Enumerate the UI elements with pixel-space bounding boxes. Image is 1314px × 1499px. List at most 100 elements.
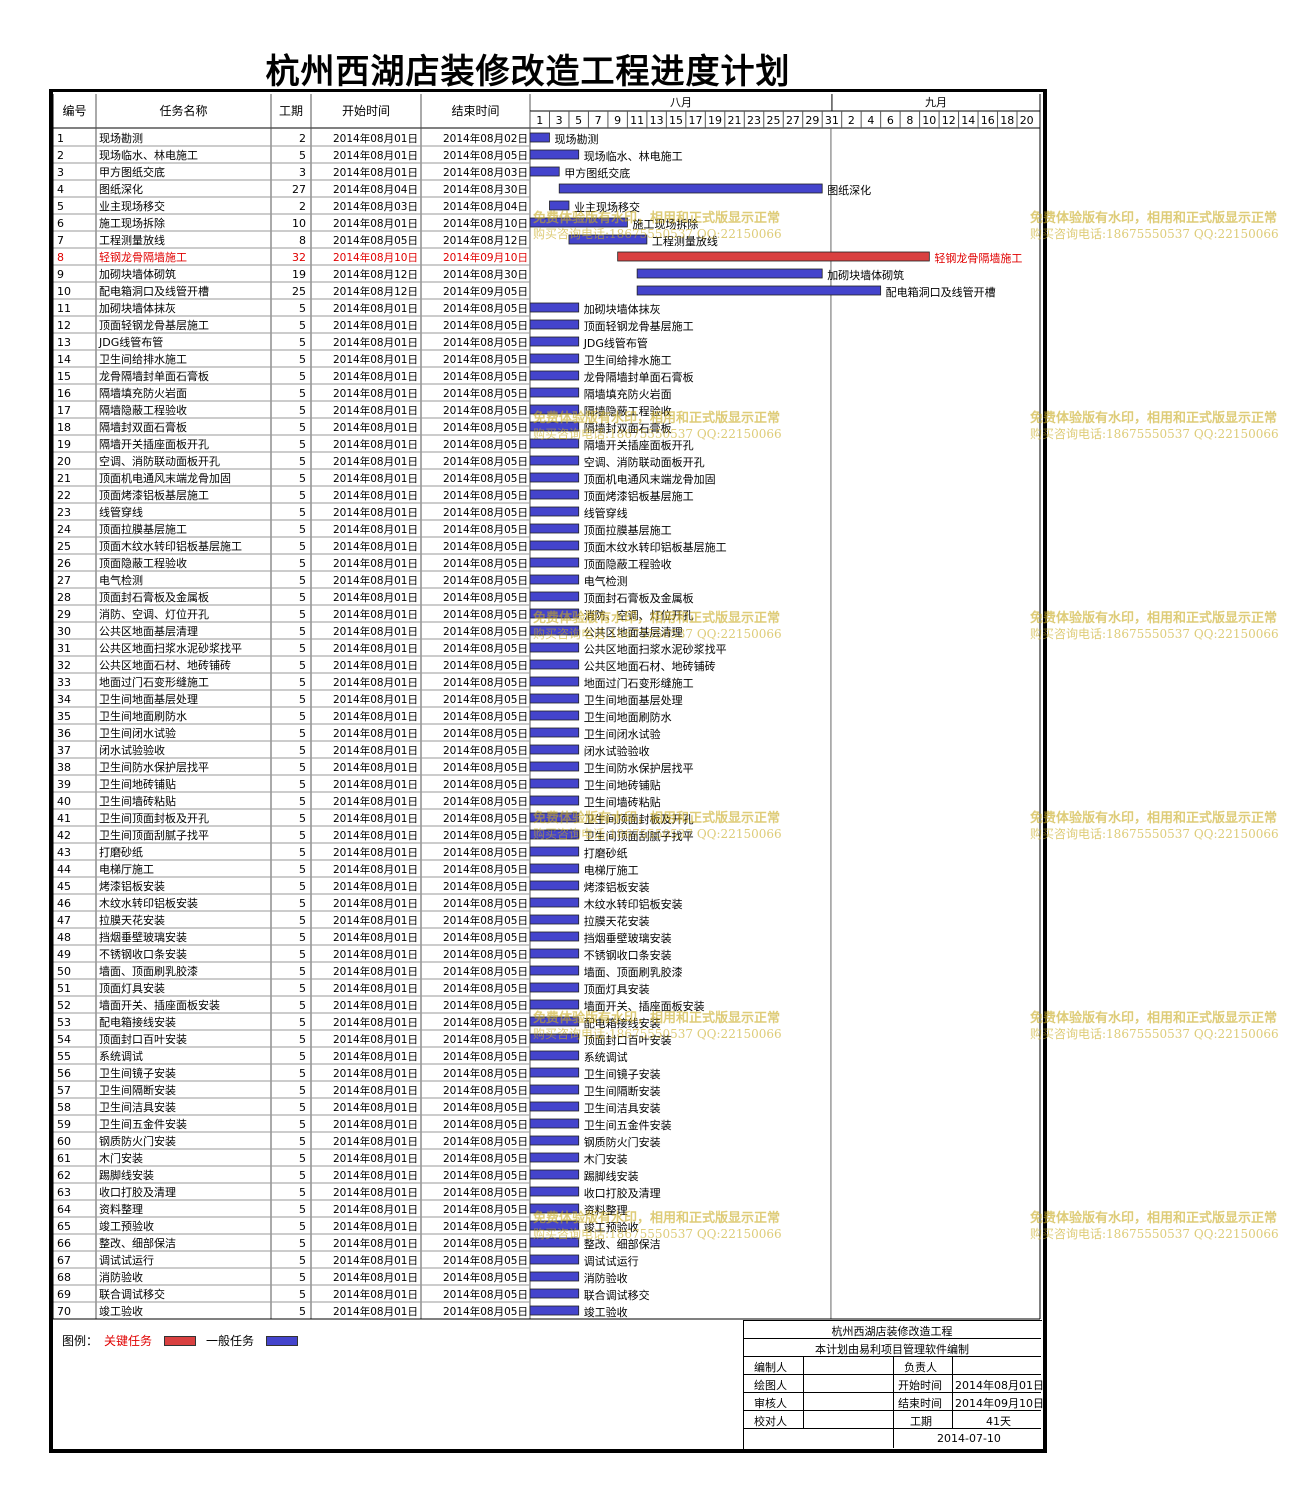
task-name: 隔墙开关插座面板开孔 [99, 437, 209, 451]
day-tick-label: 12 [942, 114, 956, 127]
task-id: 27 [57, 574, 71, 587]
task-end: 2014年08月05日 [443, 540, 528, 553]
gantt-bar [529, 1305, 580, 1316]
task-end: 2014年08月05日 [443, 897, 528, 910]
task-start: 2014年08月03日 [333, 200, 418, 213]
task-duration: 5 [299, 948, 306, 961]
task-duration: 5 [299, 999, 306, 1012]
task-duration: 5 [299, 880, 306, 893]
gantt-bar [529, 846, 580, 857]
task-duration: 5 [299, 1169, 306, 1182]
task-name: 顶面烤漆铝板基层施工 [99, 488, 209, 502]
task-duration: 8 [299, 234, 306, 247]
task-duration: 5 [299, 540, 306, 553]
gantt-bar [529, 931, 580, 942]
bar-label: 隔墙隐蔽工程验收 [584, 404, 672, 418]
task-start: 2014年08月01日 [333, 846, 418, 859]
bar-label: 竣工验收 [584, 1305, 628, 1319]
gantt-bar [529, 1016, 580, 1027]
task-id: 60 [57, 1135, 71, 1148]
task-start: 2014年08月01日 [333, 149, 418, 162]
day-tick-label: 2 [848, 114, 855, 127]
task-start: 2014年08月01日 [333, 693, 418, 706]
gantt-bar [529, 965, 580, 976]
task-id: 36 [57, 727, 71, 740]
gantt-bar [529, 557, 580, 568]
task-id: 20 [57, 455, 71, 468]
task-name: 电梯厅施工 [99, 863, 154, 876]
gantt-bar [529, 489, 580, 500]
task-duration: 5 [299, 336, 306, 349]
task-id: 70 [57, 1305, 71, 1318]
task-start: 2014年08月01日 [333, 319, 418, 332]
task-name: 卫生间顶面封板及开孔 [99, 811, 209, 825]
task-start: 2014年08月01日 [333, 336, 418, 349]
task-start: 2014年08月12日 [333, 268, 418, 281]
info-start-label: 开始时间 [898, 1379, 942, 1392]
info-owner: 负责人 [904, 1361, 937, 1374]
task-duration: 3 [299, 166, 306, 179]
gantt-bar [529, 999, 580, 1010]
gantt-bar [529, 336, 580, 347]
task-end: 2014年09月05日 [443, 285, 528, 298]
header-end: 结束时间 [451, 104, 499, 118]
gantt-bar [529, 1203, 580, 1214]
task-start: 2014年08月01日 [333, 1186, 418, 1199]
task-start: 2014年08月01日 [333, 455, 418, 468]
task-id: 48 [57, 931, 71, 944]
task-end: 2014年08月05日 [443, 761, 528, 774]
task-duration: 5 [299, 897, 306, 910]
task-name: 卫生间隔断安装 [99, 1083, 176, 1097]
task-id: 34 [57, 693, 71, 706]
task-name: 卫生间闭水试验 [99, 726, 176, 740]
task-id: 35 [57, 710, 71, 723]
task-end: 2014年08月05日 [443, 795, 528, 808]
task-id: 42 [57, 829, 71, 842]
bar-label: 资料整理 [584, 1203, 628, 1217]
task-id: 43 [57, 846, 71, 859]
bar-label: 消防验收 [584, 1271, 628, 1285]
task-end: 2014年08月05日 [443, 880, 528, 893]
task-end: 2014年08月05日 [443, 829, 528, 842]
gantt-bar [636, 268, 823, 279]
task-start: 2014年08月01日 [333, 557, 418, 570]
day-tick-label: 9 [614, 114, 621, 127]
task-end: 2014年08月05日 [443, 455, 528, 468]
task-name: 卫生间地面基层处理 [99, 692, 198, 706]
task-name: 竣工预验收 [99, 1219, 154, 1233]
task-name: 卫生间给排水施工 [99, 352, 187, 366]
bar-label: 配电箱洞口及线管开槽 [886, 285, 996, 299]
task-start: 2014年08月01日 [333, 965, 418, 978]
bar-label: 业主现场移交 [574, 200, 640, 214]
task-end: 2014年08月05日 [443, 999, 528, 1012]
legend-general-label: 一般任务 [206, 1334, 255, 1348]
task-start: 2014年08月01日 [333, 659, 418, 672]
info-duration-label: 工期 [910, 1415, 932, 1428]
task-name: 踢脚线安装 [99, 1168, 154, 1182]
task-start: 2014年08月01日 [333, 931, 418, 944]
day-tick-label: 5 [575, 114, 582, 127]
task-end: 2014年08月05日 [443, 727, 528, 740]
task-start: 2014年08月01日 [333, 608, 418, 621]
bar-label: 卫生间地面基层处理 [584, 693, 683, 707]
task-id: 12 [57, 319, 71, 332]
task-duration: 5 [299, 387, 306, 400]
bar-label: 隔墙填充防火岩面 [584, 387, 672, 401]
task-id: 11 [57, 302, 71, 315]
task-duration: 5 [299, 1254, 306, 1267]
task-end: 2014年08月05日 [443, 574, 528, 587]
task-start: 2014年08月01日 [333, 812, 418, 825]
bar-label: 地面过门石变形缝施工 [584, 676, 694, 690]
task-id: 13 [57, 336, 71, 349]
bar-label: 施工现场拆除 [632, 217, 698, 231]
task-name: 木门安装 [99, 1151, 143, 1165]
task-start: 2014年08月01日 [333, 1067, 418, 1080]
task-end: 2014年08月05日 [443, 1254, 528, 1267]
gantt-bar [529, 166, 560, 177]
bar-label: 钢质防火门安装 [584, 1135, 661, 1149]
month-label: 八月 [670, 96, 692, 109]
task-name: 龙骨隔墙封单面石膏板 [99, 369, 209, 383]
task-duration: 5 [299, 914, 306, 927]
task-name: 顶面灯具安装 [99, 981, 165, 995]
gantt-bar [529, 404, 580, 415]
